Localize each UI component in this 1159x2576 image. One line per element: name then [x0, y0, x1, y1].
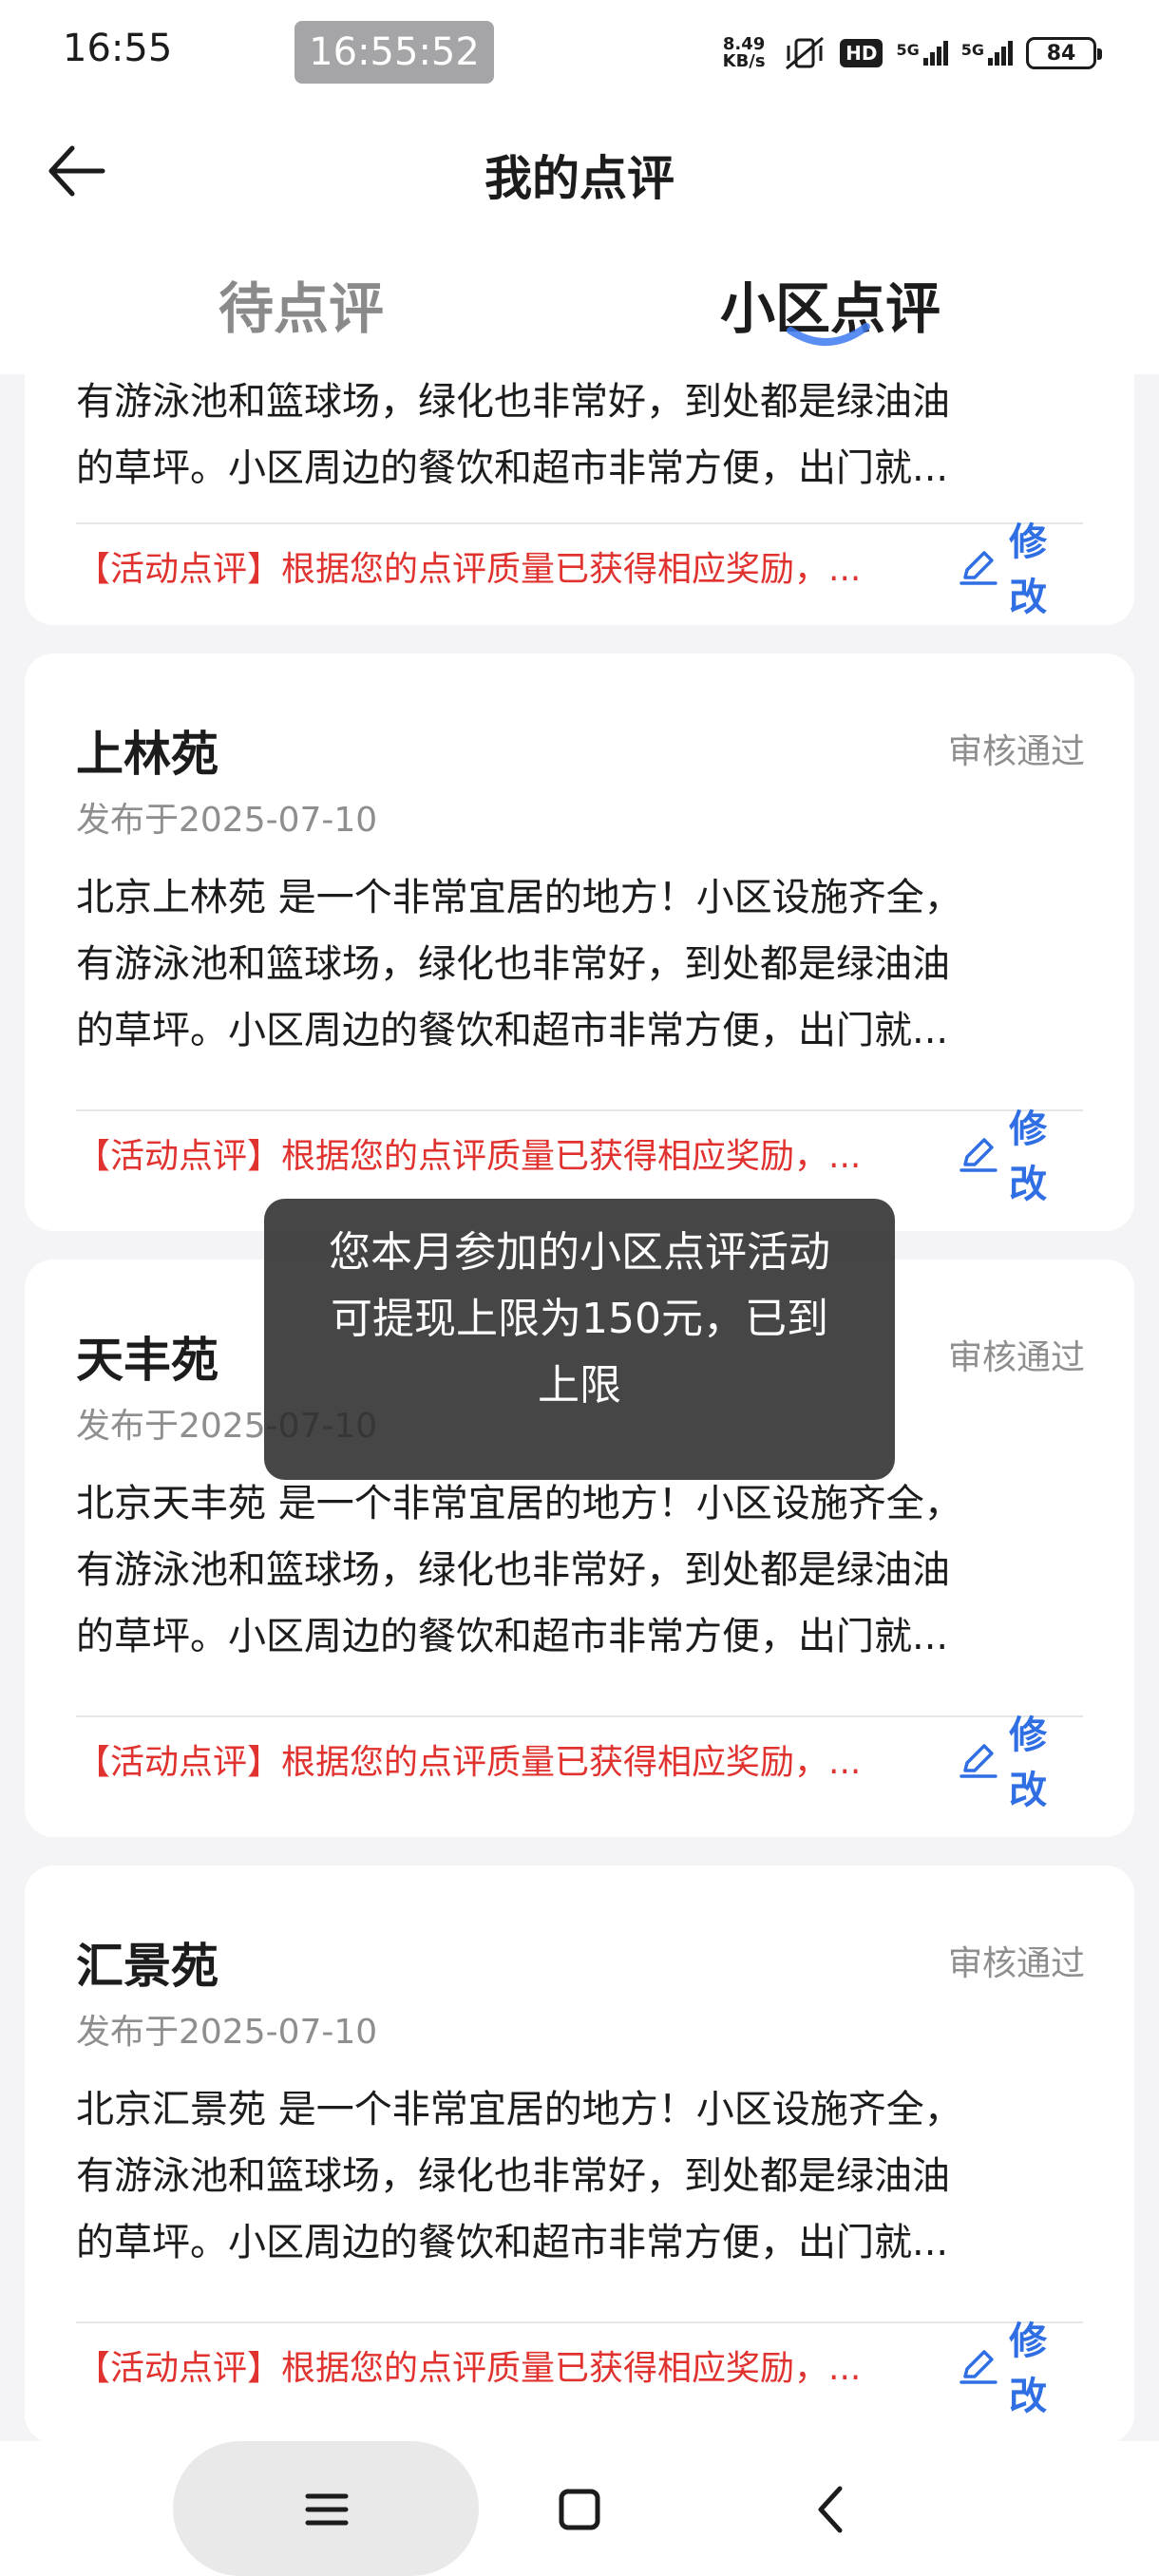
- status-bar: 16:55 16:55:52 8.49 KB/s HD 5G 5G 84: [0, 0, 1159, 106]
- review-body-line: 有游泳池和篮球场，绿化也非常好，到处都是绿油油: [76, 2154, 950, 2198]
- reward-note: 【活动点评】根据您的点评质量已获得相应奖励，...: [76, 550, 862, 589]
- pencil-icon: [960, 1744, 998, 1778]
- pencil-icon: [960, 2350, 998, 2384]
- review-body-line: 的草坪。小区周边的餐饮和超市非常方便，出门就...: [76, 2221, 949, 2264]
- status-time: 16:55: [63, 27, 173, 70]
- review-body-line: 有游泳池和篮球场，绿化也非常好，到处都是绿油油: [76, 942, 950, 986]
- tab-active-indicator: [787, 323, 870, 346]
- edit-button[interactable]: 修改: [958, 1704, 1085, 1814]
- sim2-label: 5G: [960, 41, 984, 59]
- mute-vibrate-icon: [786, 36, 825, 70]
- tab-pending-review[interactable]: 待点评: [218, 264, 384, 344]
- review-status: 审核通过: [947, 732, 1085, 771]
- chevron-left-icon[interactable]: [798, 2475, 866, 2544]
- publish-date: 发布于2025-07-10: [76, 2013, 378, 2052]
- page-title: 我的点评: [484, 151, 674, 206]
- status-icons: 8.49 KB/s HD 5G 5G 84: [718, 27, 1102, 80]
- net-speed: 8.49 KB/s: [718, 36, 770, 70]
- edit-button[interactable]: 修改: [958, 2310, 1085, 2420]
- review-body-line: 的草坪。小区周边的餐饮和超市非常方便，出门就...: [76, 446, 949, 490]
- review-body-line: 的草坪。小区周边的餐饮和超市非常方便，出门就...: [76, 1009, 949, 1052]
- edit-button[interactable]: 修改: [958, 511, 1085, 621]
- review-body: 北京上林苑 是一个非常宜居的地方！小区设施齐全， 有游泳池和篮球场，绿化也非常好…: [76, 864, 1102, 1064]
- sim1-label: 5G: [896, 41, 920, 59]
- review-body-line: 北京汇景苑 是一个非常宜居的地方！小区设施齐全，: [76, 2088, 962, 2131]
- review-body: 北京汇景苑 是一个非常宜居的地方！小区设施齐全， 有游泳池和篮球场，绿化也非常好…: [76, 2076, 1102, 2276]
- publish-date: 发布于2025-07-10: [76, 801, 378, 840]
- reward-note: 【活动点评】根据您的点评质量已获得相应奖励，...: [76, 1743, 862, 1782]
- review-card-partial: 有游泳池和篮球场，绿化也非常好，到处都是绿油油 的草坪。小区周边的餐饮和超市非常…: [25, 374, 1134, 625]
- community-name: 上林苑: [76, 727, 218, 782]
- reward-note: 【活动点评】根据您的点评质量已获得相应奖励，...: [76, 1137, 862, 1176]
- review-status: 审核通过: [947, 1338, 1085, 1377]
- edit-label: 修改: [1009, 2320, 1048, 2418]
- reward-note: 【活动点评】根据您的点评质量已获得相应奖励，...: [76, 2349, 862, 2388]
- card-footer: 【活动点评】根据您的点评质量已获得相应奖励，... 修改: [76, 1714, 1085, 1812]
- card-footer: 【活动点评】根据您的点评质量已获得相应奖励，... 修改: [76, 521, 1085, 619]
- card-divider: [76, 1715, 1083, 1717]
- review-card[interactable]: 汇景苑 审核通过 发布于2025-07-10 北京汇景苑 是一个非常宜居的地方！…: [25, 1866, 1134, 2441]
- edit-label: 修改: [1009, 1714, 1048, 1812]
- edit-label: 修改: [1009, 1108, 1048, 1206]
- review-body: 北京天丰苑 是一个非常宜居的地方！小区设施齐全， 有游泳池和篮球场，绿化也非常好…: [76, 1470, 1102, 1670]
- limit-toast: 您本月参加的小区点评活动 可提现上限为150元，已到 上限: [264, 1199, 895, 1480]
- review-body: 有游泳池和篮球场，绿化也非常好，到处都是绿油油 的草坪。小区周边的餐饮和超市非常…: [76, 374, 1102, 502]
- card-footer: 【活动点评】根据您的点评质量已获得相应奖励，... 修改: [76, 2320, 1085, 2418]
- toast-line: 上限: [538, 1361, 621, 1410]
- review-card[interactable]: 上林苑 审核通过 发布于2025-07-10 北京上林苑 是一个非常宜居的地方！…: [25, 653, 1134, 1231]
- square-icon[interactable]: [545, 2475, 614, 2544]
- system-nav-bar: [0, 2441, 1159, 2576]
- app-bar: 我的点评: [0, 106, 1159, 236]
- review-body-line: 的草坪。小区周边的餐饮和超市非常方便，出门就...: [76, 1615, 949, 1658]
- review-body-line: 北京天丰苑 是一个非常宜居的地方！小区设施齐全，: [76, 1482, 962, 1525]
- review-status: 审核通过: [947, 1944, 1085, 1983]
- hd-badge: HD: [840, 39, 884, 67]
- review-body-line: 有游泳池和篮球场，绿化也非常好，到处都是绿油油: [76, 380, 950, 424]
- screen: 16:55 16:55:52 8.49 KB/s HD 5G 5G 84 我的点…: [0, 0, 1159, 2576]
- card-footer: 【活动点评】根据您的点评质量已获得相应奖励，... 修改: [76, 1108, 1085, 1206]
- pencil-icon: [960, 551, 998, 585]
- battery-level: 84: [1046, 41, 1076, 66]
- card-divider: [76, 1109, 1083, 1111]
- battery-icon: 84: [1026, 37, 1102, 69]
- toast-line: 您本月参加的小区点评活动: [329, 1228, 830, 1277]
- edit-button[interactable]: 修改: [958, 1098, 1085, 1208]
- signal-sim2: 5G: [961, 41, 1013, 66]
- review-body-line: 有游泳池和篮球场，绿化也非常好，到处都是绿油油: [76, 1548, 950, 1592]
- signal-sim1: 5G: [896, 41, 948, 66]
- net-speed-unit: KB/s: [722, 51, 766, 71]
- review-body-line: 北京上林苑 是一个非常宜居的地方！小区设施齐全，: [76, 876, 962, 919]
- edit-label: 修改: [1009, 521, 1048, 619]
- community-name: 汇景苑: [76, 1939, 218, 1994]
- menu-icon[interactable]: [293, 2475, 361, 2544]
- clock-overlay: 16:55:52: [294, 21, 494, 84]
- card-divider: [76, 2321, 1083, 2323]
- toast-line: 可提现上限为150元，已到: [331, 1295, 828, 1343]
- pencil-icon: [960, 1138, 998, 1172]
- community-name: 天丰苑: [76, 1333, 218, 1388]
- card-divider: [76, 522, 1083, 524]
- tab-bar: 待点评 小区点评: [0, 236, 1159, 374]
